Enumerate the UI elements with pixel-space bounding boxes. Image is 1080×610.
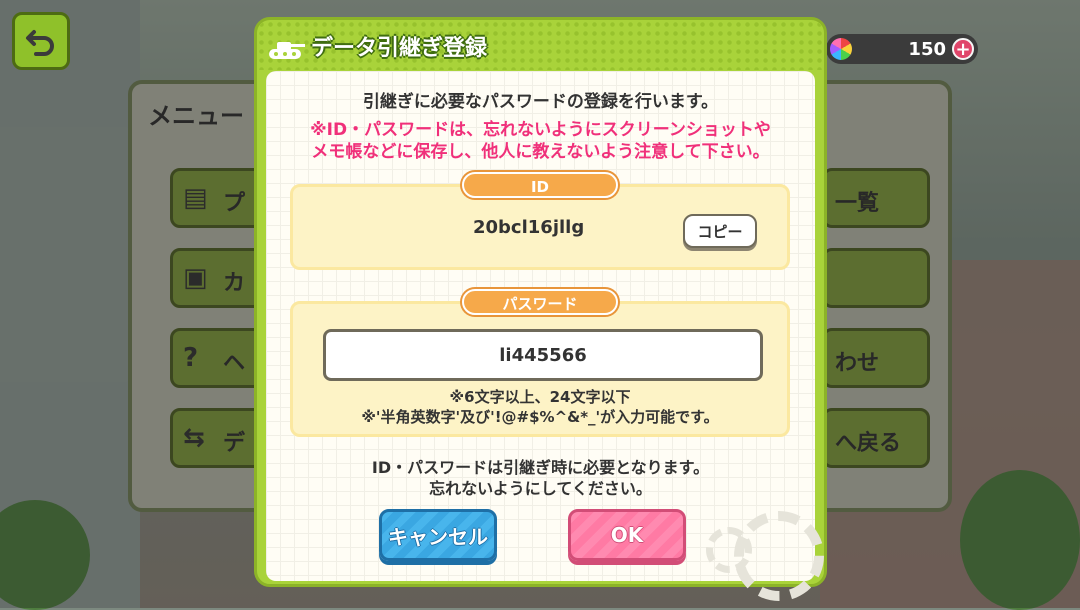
gem-icon [830,38,852,60]
back-button[interactable] [12,12,70,70]
id-label: ID [462,172,618,198]
add-currency-button[interactable]: + [952,38,974,60]
password-section: パスワード ※6文字以上、24文字以下 ※'半角英数字'及び'!@#$%^&*_… [290,289,790,437]
password-rule-chars: ※'半角英数字'及び'!@#$%^&*_'が入力可能です。 [361,408,719,426]
undo-arrow-icon [26,30,54,56]
warning-line-2: メモ帳などに保存し、他人に教えないよう注意して下さい。 [311,142,770,162]
password-input[interactable] [323,329,763,381]
ok-button[interactable]: OK [568,509,686,561]
id-section: ID 20bcl16jllg コピー [290,172,790,270]
gear-decoration-icon [706,527,752,573]
data-transfer-dialog: データ引継ぎ登録 引継ぎに必要なパスワードの登録を行います。 ※ID・パスワード… [254,17,827,601]
currency-display: 150 + [826,34,978,64]
dialog-title: データ引継ぎ登録 [311,36,488,61]
footer-line-2: 忘れないようにしてください。 [429,479,652,498]
currency-amount: 150 [908,38,946,60]
copy-button[interactable]: コピー [683,214,757,248]
password-label: パスワード [462,289,618,315]
dialog-body: 引継ぎに必要なパスワードの登録を行います。 ※ID・パスワードは、忘れないように… [266,71,824,601]
password-rule-length: ※6文字以上、24文字以下 [449,388,631,406]
intro-text: 引継ぎに必要なパスワードの登録を行います。 [362,92,719,112]
cancel-button[interactable]: キャンセル [379,509,497,561]
id-value: 20bcl16jllg [473,217,585,238]
tank-icon [269,42,305,59]
